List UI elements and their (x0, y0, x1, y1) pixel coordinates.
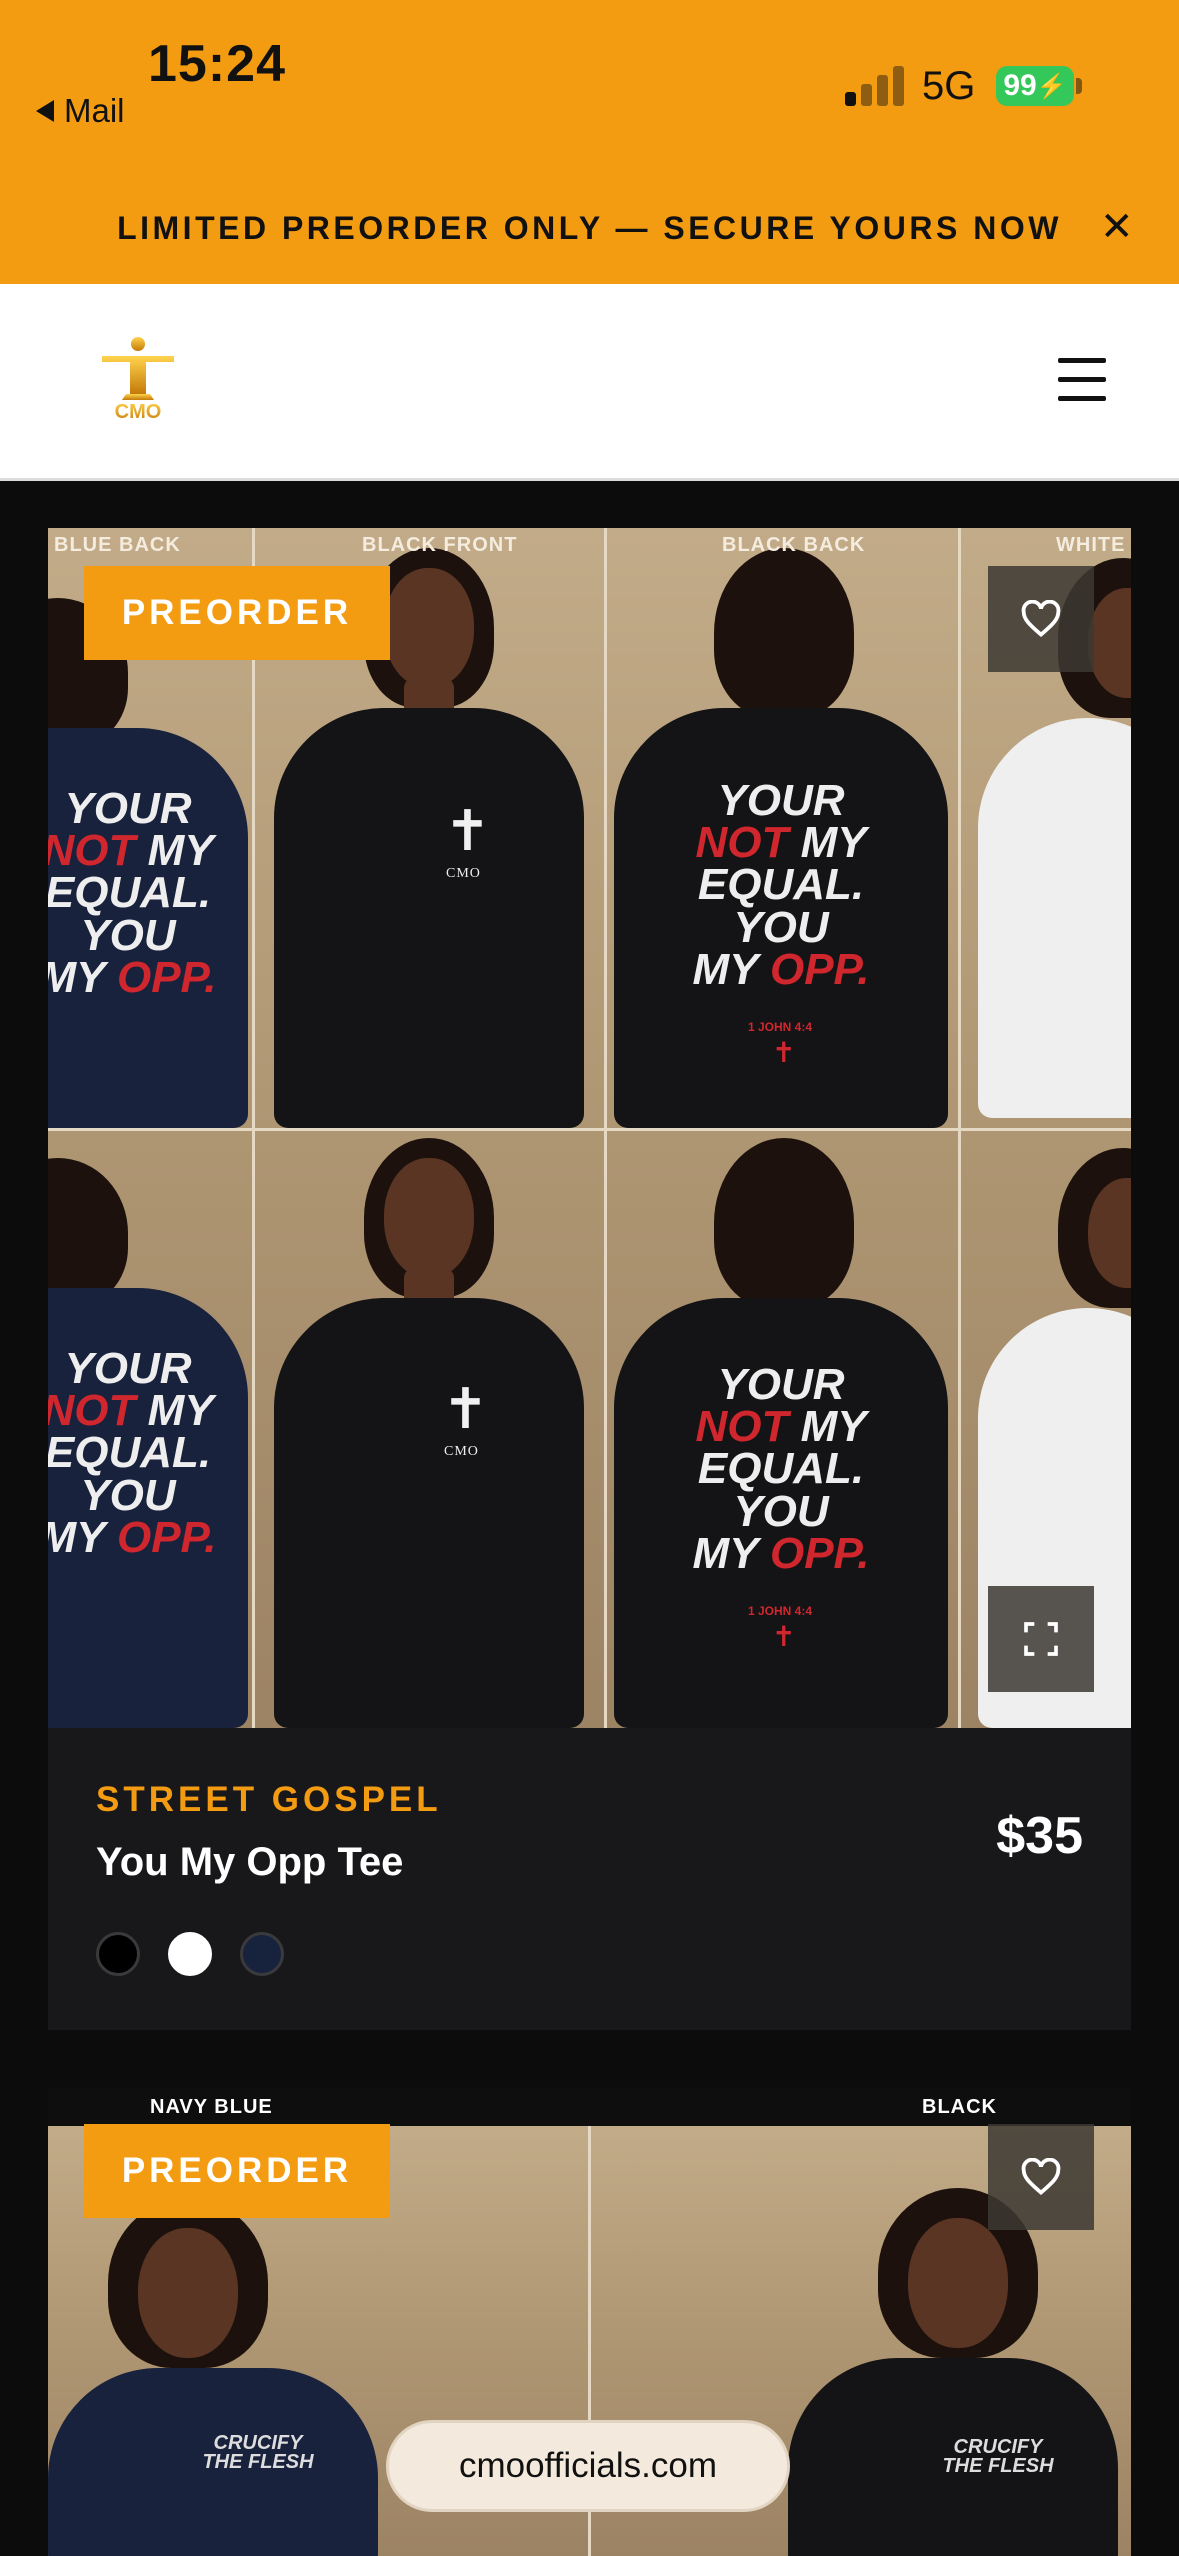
product-photo[interactable]: YOUR NOT MY EQUAL. YOU MY OPP. ✝ CMO YOU… (48, 528, 1131, 1728)
fullscreen-expand-icon[interactable] (988, 1586, 1094, 1692)
color-swatch-black[interactable] (96, 1932, 140, 1976)
photo-label: WHITE (1056, 534, 1126, 556)
status-time: 15:24 (148, 35, 286, 93)
announcement-text: LIMITED PREORDER ONLY — SECURE YOURS NOW (117, 210, 1062, 246)
preorder-badge: PREORDER (84, 566, 390, 660)
photo-label: BLACK FRONT (362, 534, 518, 556)
battery-level: 99 (1003, 69, 1037, 102)
wishlist-heart-icon[interactable] (988, 2124, 1094, 2230)
product-price: $35 (996, 1807, 1083, 1865)
cmo-logo[interactable]: CMO (96, 334, 180, 426)
preorder-badge: PREORDER (84, 2124, 390, 2218)
site-header: CMO (0, 284, 1179, 481)
hamburger-menu-icon[interactable] (1058, 358, 1106, 402)
back-to-mail[interactable]: Mail (36, 92, 125, 130)
battery-icon: 99 ⚡ (996, 66, 1074, 106)
back-app-label: Mail (64, 92, 125, 129)
photo-label: BLUE BACK (54, 534, 181, 556)
product-card[interactable]: YOUR NOT MY EQUAL. YOU MY OPP. ✝ CMO YOU… (48, 528, 1131, 2030)
photo-label: NAVY BLUE (150, 2096, 273, 2118)
back-arrow-icon (36, 100, 54, 122)
network-type: 5G (922, 64, 976, 108)
top-banner: 15:24 Mail 5G 99 ⚡ LIMITED PREORDER ONLY … (0, 0, 1179, 284)
battery-tip (1076, 78, 1082, 94)
product-name[interactable]: You My Opp Tee (96, 1840, 403, 1885)
site-url-pill[interactable]: cmoofficials.com (386, 2420, 790, 2512)
logo-text: CMO (115, 401, 162, 423)
signal-icon (845, 60, 905, 106)
photo-label: BLACK (922, 2096, 997, 2118)
color-swatch-white[interactable] (168, 1932, 212, 1976)
photo-label: BLACK BACK (722, 534, 866, 556)
wishlist-heart-icon[interactable] (988, 566, 1094, 672)
product-collection: STREET GOSPEL (96, 1780, 442, 1819)
close-icon[interactable]: ✕ (1100, 204, 1134, 250)
color-swatch-navy[interactable] (240, 1932, 284, 1976)
